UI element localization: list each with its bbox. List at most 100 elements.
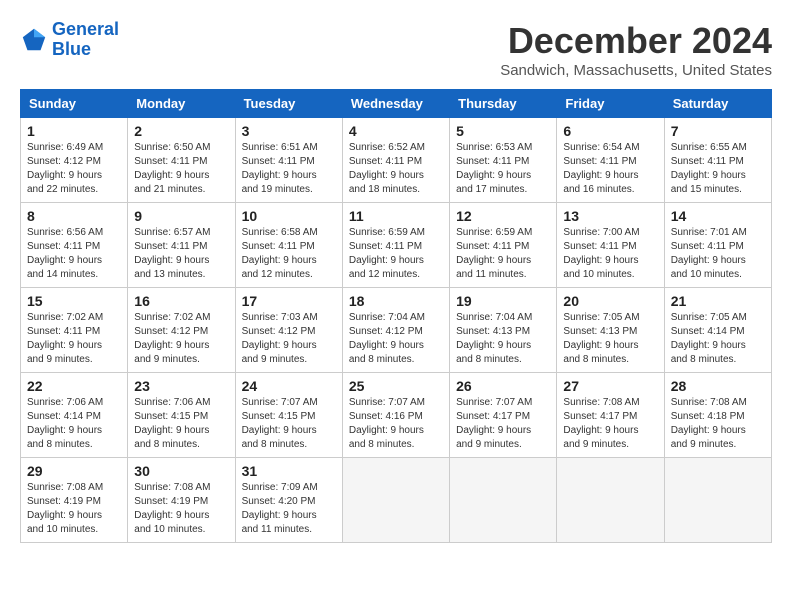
day-number: 20 bbox=[563, 293, 657, 309]
day-info: Sunrise: 7:09 AM Sunset: 4:20 PM Dayligh… bbox=[242, 481, 336, 537]
day-info: Sunrise: 7:03 AM Sunset: 4:12 PM Dayligh… bbox=[242, 311, 336, 367]
day-number: 11 bbox=[349, 208, 443, 224]
day-info: Sunrise: 7:08 AM Sunset: 4:18 PM Dayligh… bbox=[671, 396, 765, 452]
logo-line1: General bbox=[52, 19, 119, 39]
day-number: 7 bbox=[671, 123, 765, 139]
logo: General Blue bbox=[20, 20, 119, 60]
day-number: 3 bbox=[242, 123, 336, 139]
day-info: Sunrise: 6:58 AM Sunset: 4:11 PM Dayligh… bbox=[242, 226, 336, 282]
calendar-cell: 20Sunrise: 7:05 AM Sunset: 4:13 PM Dayli… bbox=[557, 288, 664, 373]
calendar-cell bbox=[450, 458, 557, 543]
calendar-cell: 17 Sunrise: 7:03 AM Sunset: 4:12 PM Dayli… bbox=[235, 288, 342, 373]
calendar-body: 1 Sunrise: 6:49 AM Sunset: 4:12 PM Daylig… bbox=[21, 118, 772, 543]
day-number: 27 bbox=[563, 378, 657, 394]
page-header: General Blue December 2024 Sandwich, Mas… bbox=[20, 20, 772, 79]
weekday-header-saturday: Saturday bbox=[664, 90, 771, 118]
day-info: Sunrise: 7:08 AM Sunset: 4:19 PM Dayligh… bbox=[134, 481, 228, 537]
day-number: 1 bbox=[27, 123, 121, 139]
calendar-cell: 6 Sunrise: 6:54 AM Sunset: 4:11 PM Daylig… bbox=[557, 118, 664, 203]
day-info: Sunrise: 6:53 AM Sunset: 4:11 PM Dayligh… bbox=[456, 141, 550, 197]
day-number: 21 bbox=[671, 293, 765, 309]
calendar-cell: 16 Sunrise: 7:02 AM Sunset: 4:12 PM Dayli… bbox=[128, 288, 235, 373]
day-number: 13 bbox=[563, 208, 657, 224]
day-number: 9 bbox=[134, 208, 228, 224]
day-number: 23 bbox=[134, 378, 228, 394]
day-info: Sunrise: 7:01 AM Sunset: 4:11 PM Dayligh… bbox=[671, 226, 765, 282]
calendar-cell: 22 Sunrise: 7:06 AM Sunset: 4:14 PM Dayli… bbox=[21, 373, 128, 458]
calendar-cell: 28Sunrise: 7:08 AM Sunset: 4:18 PM Dayli… bbox=[664, 373, 771, 458]
day-info: Sunrise: 7:07 AM Sunset: 4:17 PM Dayligh… bbox=[456, 396, 550, 452]
logo-line2: Blue bbox=[52, 39, 91, 59]
day-number: 2 bbox=[134, 123, 228, 139]
day-info: Sunrise: 7:07 AM Sunset: 4:16 PM Dayligh… bbox=[349, 396, 443, 452]
calendar-cell bbox=[342, 458, 449, 543]
calendar-week-1: 1 Sunrise: 6:49 AM Sunset: 4:12 PM Daylig… bbox=[21, 118, 772, 203]
day-info: Sunrise: 7:06 AM Sunset: 4:14 PM Dayligh… bbox=[27, 396, 121, 452]
day-number: 15 bbox=[27, 293, 121, 309]
day-number: 6 bbox=[563, 123, 657, 139]
day-number: 12 bbox=[456, 208, 550, 224]
day-number: 24 bbox=[242, 378, 336, 394]
calendar-week-5: 29 Sunrise: 7:08 AM Sunset: 4:19 PM Dayli… bbox=[21, 458, 772, 543]
day-number: 29 bbox=[27, 463, 121, 479]
calendar-cell: 23 Sunrise: 7:06 AM Sunset: 4:15 PM Dayli… bbox=[128, 373, 235, 458]
calendar-cell: 7 Sunrise: 6:55 AM Sunset: 4:11 PM Daylig… bbox=[664, 118, 771, 203]
weekday-header-thursday: Thursday bbox=[450, 90, 557, 118]
calendar-cell: 18 Sunrise: 7:04 AM Sunset: 4:12 PM Dayli… bbox=[342, 288, 449, 373]
calendar-cell: 1 Sunrise: 6:49 AM Sunset: 4:12 PM Daylig… bbox=[21, 118, 128, 203]
calendar-cell: 15Sunrise: 7:02 AM Sunset: 4:11 PM Dayli… bbox=[21, 288, 128, 373]
weekday-header-tuesday: Tuesday bbox=[235, 90, 342, 118]
calendar-week-4: 22 Sunrise: 7:06 AM Sunset: 4:14 PM Dayli… bbox=[21, 373, 772, 458]
logo-text: General Blue bbox=[52, 20, 119, 60]
day-info: Sunrise: 7:07 AM Sunset: 4:15 PM Dayligh… bbox=[242, 396, 336, 452]
weekday-header-monday: Monday bbox=[128, 90, 235, 118]
day-info: Sunrise: 7:08 AM Sunset: 4:17 PM Dayligh… bbox=[563, 396, 657, 452]
day-number: 26 bbox=[456, 378, 550, 394]
calendar-header-row: SundayMondayTuesdayWednesdayThursdayFrid… bbox=[21, 90, 772, 118]
day-number: 18 bbox=[349, 293, 443, 309]
day-info: Sunrise: 6:59 AM Sunset: 4:11 PM Dayligh… bbox=[456, 226, 550, 282]
calendar-cell: 8 Sunrise: 6:56 AM Sunset: 4:11 PM Daylig… bbox=[21, 203, 128, 288]
day-number: 22 bbox=[27, 378, 121, 394]
calendar-cell: 3 Sunrise: 6:51 AM Sunset: 4:11 PM Daylig… bbox=[235, 118, 342, 203]
calendar-cell: 19Sunrise: 7:04 AM Sunset: 4:13 PM Dayli… bbox=[450, 288, 557, 373]
day-info: Sunrise: 6:50 AM Sunset: 4:11 PM Dayligh… bbox=[134, 141, 228, 197]
day-info: Sunrise: 6:55 AM Sunset: 4:11 PM Dayligh… bbox=[671, 141, 765, 197]
day-number: 10 bbox=[242, 208, 336, 224]
calendar-cell: 12 Sunrise: 6:59 AM Sunset: 4:11 PM Dayli… bbox=[450, 203, 557, 288]
calendar-cell: 11 Sunrise: 6:59 AM Sunset: 4:11 PM Dayli… bbox=[342, 203, 449, 288]
day-info: Sunrise: 7:04 AM Sunset: 4:13 PM Dayligh… bbox=[456, 311, 550, 367]
day-info: Sunrise: 6:54 AM Sunset: 4:11 PM Dayligh… bbox=[563, 141, 657, 197]
day-number: 5 bbox=[456, 123, 550, 139]
day-number: 17 bbox=[242, 293, 336, 309]
day-number: 4 bbox=[349, 123, 443, 139]
calendar-cell bbox=[664, 458, 771, 543]
weekday-header-sunday: Sunday bbox=[21, 90, 128, 118]
month-title: December 2024 bbox=[500, 20, 772, 62]
day-number: 31 bbox=[242, 463, 336, 479]
calendar-week-3: 15Sunrise: 7:02 AM Sunset: 4:11 PM Dayli… bbox=[21, 288, 772, 373]
day-info: Sunrise: 6:52 AM Sunset: 4:11 PM Dayligh… bbox=[349, 141, 443, 197]
calendar-cell: 21 Sunrise: 7:05 AM Sunset: 4:14 PM Dayli… bbox=[664, 288, 771, 373]
day-info: Sunrise: 7:04 AM Sunset: 4:12 PM Dayligh… bbox=[349, 311, 443, 367]
logo-icon bbox=[20, 26, 48, 54]
calendar-cell: 10 Sunrise: 6:58 AM Sunset: 4:11 PM Dayli… bbox=[235, 203, 342, 288]
day-info: Sunrise: 6:49 AM Sunset: 4:12 PM Dayligh… bbox=[27, 141, 121, 197]
day-info: Sunrise: 7:02 AM Sunset: 4:12 PM Dayligh… bbox=[134, 311, 228, 367]
weekday-header-wednesday: Wednesday bbox=[342, 90, 449, 118]
calendar-cell: 13Sunrise: 7:00 AM Sunset: 4:11 PM Dayli… bbox=[557, 203, 664, 288]
day-info: Sunrise: 6:59 AM Sunset: 4:11 PM Dayligh… bbox=[349, 226, 443, 282]
title-block: December 2024 Sandwich, Massachusetts, U… bbox=[500, 20, 772, 79]
day-info: Sunrise: 7:05 AM Sunset: 4:14 PM Dayligh… bbox=[671, 311, 765, 367]
calendar-table: SundayMondayTuesdayWednesdayThursdayFrid… bbox=[20, 89, 772, 543]
day-info: Sunrise: 7:06 AM Sunset: 4:15 PM Dayligh… bbox=[134, 396, 228, 452]
day-number: 30 bbox=[134, 463, 228, 479]
calendar-cell: 5 Sunrise: 6:53 AM Sunset: 4:11 PM Daylig… bbox=[450, 118, 557, 203]
day-info: Sunrise: 6:51 AM Sunset: 4:11 PM Dayligh… bbox=[242, 141, 336, 197]
calendar-cell: 2 Sunrise: 6:50 AM Sunset: 4:11 PM Daylig… bbox=[128, 118, 235, 203]
calendar-cell: 30 Sunrise: 7:08 AM Sunset: 4:19 PM Dayli… bbox=[128, 458, 235, 543]
calendar-cell: 26 Sunrise: 7:07 AM Sunset: 4:17 PM Dayli… bbox=[450, 373, 557, 458]
day-info: Sunrise: 6:56 AM Sunset: 4:11 PM Dayligh… bbox=[27, 226, 121, 282]
day-number: 8 bbox=[27, 208, 121, 224]
day-number: 16 bbox=[134, 293, 228, 309]
